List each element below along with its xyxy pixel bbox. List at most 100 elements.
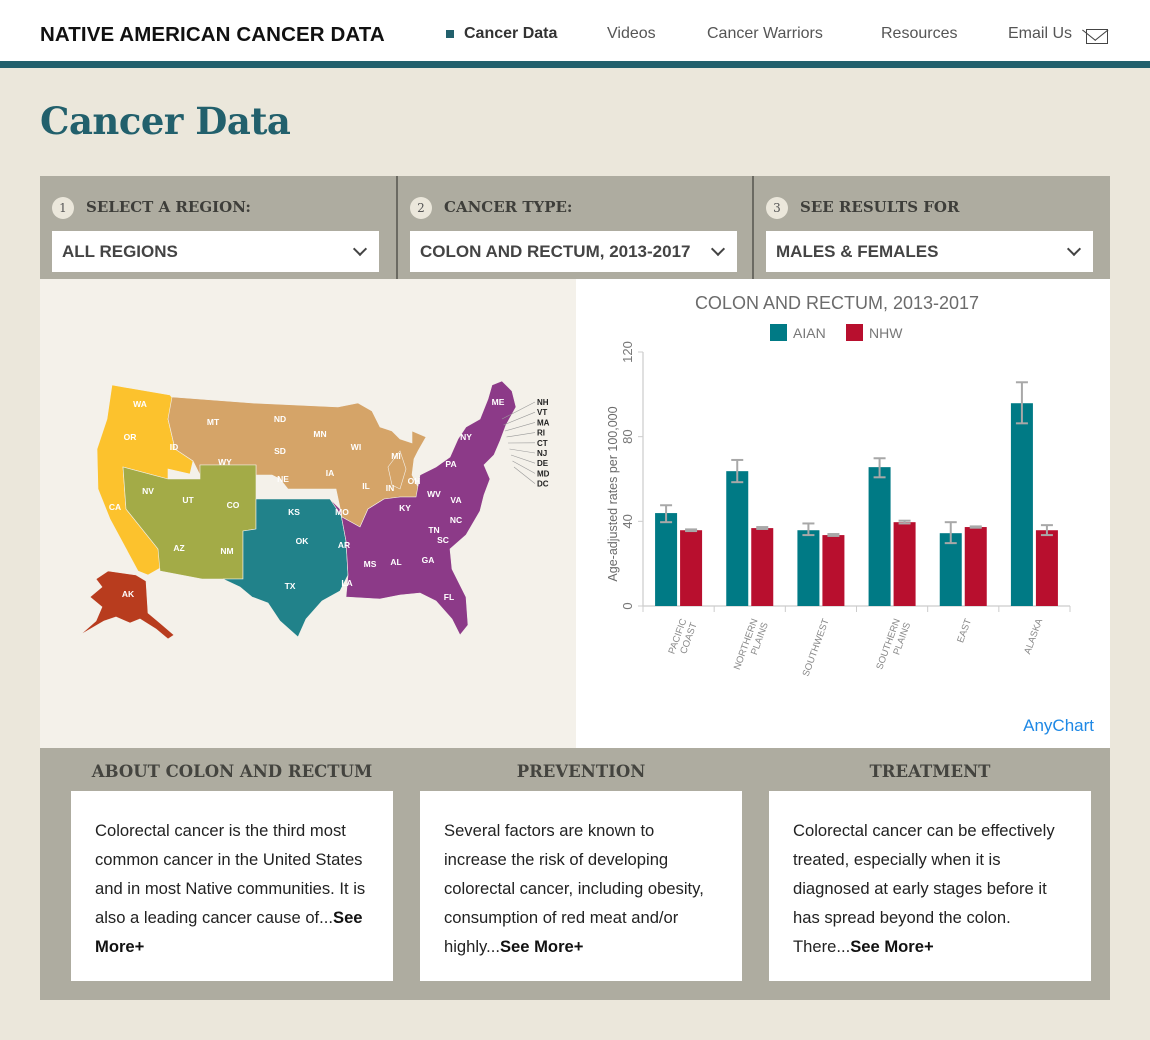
state-label-la: LA (341, 578, 352, 588)
bar-aian-5[interactable] (1010, 403, 1033, 606)
prevention-see-more-link[interactable]: See More+ (500, 937, 583, 956)
state-label-az: AZ (173, 543, 184, 553)
info-section: ABOUT COLON AND RECTUM Colorectal cancer… (40, 748, 1110, 1000)
y-tick-label: 120 (620, 341, 635, 363)
active-indicator-icon (446, 30, 454, 38)
callout-label-de: DE (537, 459, 549, 468)
prevention-heading: PREVENTION (516, 762, 646, 781)
bar-nhw-4[interactable] (964, 527, 987, 606)
treatment-see-more-link[interactable]: See More+ (850, 937, 933, 956)
step-badge: 3 (766, 197, 788, 219)
legend-label-nhw[interactable]: NHW (869, 325, 903, 341)
state-label-sc: SC (437, 535, 449, 545)
nav-resources[interactable]: Resources (881, 25, 957, 43)
nav-cancer-warriors[interactable]: Cancer Warriors (707, 25, 823, 43)
callout-label-md: MD (537, 469, 550, 478)
chart-title: COLON AND RECTUM, 2013-2017 (695, 293, 979, 313)
nav-email-us[interactable]: Email Us (1008, 25, 1108, 44)
state-label-wi: WI (351, 442, 361, 452)
bar-aian-1[interactable] (726, 471, 749, 606)
main-nav: Cancer Data Videos Cancer Warriors Resou… (0, 25, 1150, 47)
nav-videos[interactable]: Videos (607, 25, 656, 43)
treatment-text: Colorectal cancer can be effectively tre… (793, 821, 1055, 956)
state-label-wa: WA (133, 399, 147, 409)
selector-label: SEE RESULTS FOR (800, 198, 960, 216)
selector-label: CANCER TYPE: (444, 198, 573, 216)
bar-nhw-3[interactable] (893, 522, 916, 606)
callout-label-ct: CT (537, 439, 548, 448)
state-label-nv: NV (142, 486, 154, 496)
state-label-wv: WV (427, 489, 441, 499)
callout-line (513, 466, 536, 484)
x-tick-label: EAST (955, 617, 974, 644)
chevron-down-icon (352, 241, 368, 257)
state-label-ks: KS (288, 507, 300, 517)
state-label-sd: SD (274, 446, 286, 456)
nav-cancer-data[interactable]: Cancer Data (446, 25, 558, 43)
about-card: Colorectal cancer is the third most comm… (71, 791, 393, 981)
map-region-alaska[interactable] (79, 570, 175, 640)
bar-nhw-1[interactable] (751, 528, 774, 606)
state-label-ca: CA (109, 502, 121, 512)
region-selector-group: 1 SELECT A REGION: ALL REGIONS (40, 176, 396, 279)
bar-aian-0[interactable] (655, 513, 678, 606)
anychart-credit-link[interactable]: AnyChart (1023, 716, 1094, 736)
page-title: Cancer Data (40, 99, 291, 143)
bar-aian-2[interactable] (797, 530, 820, 606)
state-label-fl: FL (444, 592, 454, 602)
callout-label-nh: NH (537, 398, 549, 407)
top-navigation-bar: NATIVE AMERICAN CANCER DATA Cancer Data … (0, 0, 1150, 68)
region-dropdown[interactable]: ALL REGIONS (52, 231, 379, 272)
step-badge: 1 (52, 197, 74, 219)
chevron-down-icon (710, 241, 726, 257)
state-label-ok: OK (296, 536, 310, 546)
bar-nhw-5[interactable] (1035, 530, 1058, 606)
nav-label: Cancer Data (464, 25, 558, 42)
state-label-id: ID (170, 442, 179, 452)
legend-label-aian[interactable]: AIAN (793, 325, 826, 341)
about-heading: ABOUT COLON AND RECTUM (91, 762, 373, 781)
state-label-ny: NY (460, 432, 472, 442)
nav-label: Email Us (1008, 25, 1073, 42)
chart-panel: COLON AND RECTUM, 2013-2017 AIAN NHW Age-… (576, 279, 1110, 748)
state-label-ak: AK (122, 589, 135, 599)
state-label-ne: NE (277, 474, 289, 484)
x-tick-label: PACIFICCOAST (666, 617, 699, 659)
state-label-nm: NM (220, 546, 233, 556)
state-label-tx: TX (285, 581, 296, 591)
bar-aian-3[interactable] (868, 467, 891, 606)
y-tick-label: 80 (620, 429, 635, 443)
state-label-nc: NC (450, 515, 462, 525)
dropdown-value: COLON AND RECTUM, 2013-2017 (420, 242, 691, 261)
bar-nhw-2[interactable] (822, 535, 845, 606)
state-label-ut: UT (182, 495, 194, 505)
state-label-mt: MT (207, 417, 220, 427)
x-axis-labels: PACIFICCOAST NORTHERNPLAINS SOUTHWEST SOUTH… (666, 617, 1045, 678)
legend-swatch-nhw[interactable] (846, 324, 863, 341)
x-tick-label: ALASKA (1022, 617, 1045, 656)
state-label-ms: MS (364, 559, 377, 569)
region-map-panel: WA OR CA ID MT ND SD WY NE MN IA WI MI IL IN NV UT CO AZ NM… (40, 279, 576, 748)
cancer-type-dropdown[interactable]: COLON AND RECTUM, 2013-2017 (410, 231, 737, 272)
us-region-map: WA OR CA ID MT ND SD WY NE MN IA WI MI IL IN NV UT CO AZ NM… (79, 380, 550, 640)
prevention-text: Several factors are known to increase th… (444, 821, 704, 956)
state-label-pa: PA (445, 459, 456, 469)
state-label-wy: WY (218, 457, 232, 467)
bar-nhw-0[interactable] (680, 530, 703, 606)
state-label-mn: MN (313, 429, 326, 439)
results-for-dropdown[interactable]: MALES & FEMALES (766, 231, 1093, 272)
x-tick-label: SOUTHERNPLAINS (874, 617, 913, 675)
prevention-card: Several factors are known to increase th… (420, 791, 742, 981)
callout-label-dc: DC (537, 480, 549, 489)
chart-legend: AIAN NHW (770, 324, 903, 341)
selector-label: SELECT A REGION: (86, 198, 251, 216)
callout-line (504, 422, 536, 432)
state-label-il: IL (362, 481, 370, 491)
y-tick-label: 0 (620, 602, 635, 609)
step-badge: 2 (410, 197, 432, 219)
cancer-type-selector-group: 2 CANCER TYPE: COLON AND RECTUM, 2013-20… (396, 176, 752, 279)
state-label-mi: MI (391, 451, 400, 461)
legend-swatch-aian[interactable] (770, 324, 787, 341)
about-text: Colorectal cancer is the third most comm… (95, 821, 366, 927)
state-label-ia: IA (326, 468, 335, 478)
